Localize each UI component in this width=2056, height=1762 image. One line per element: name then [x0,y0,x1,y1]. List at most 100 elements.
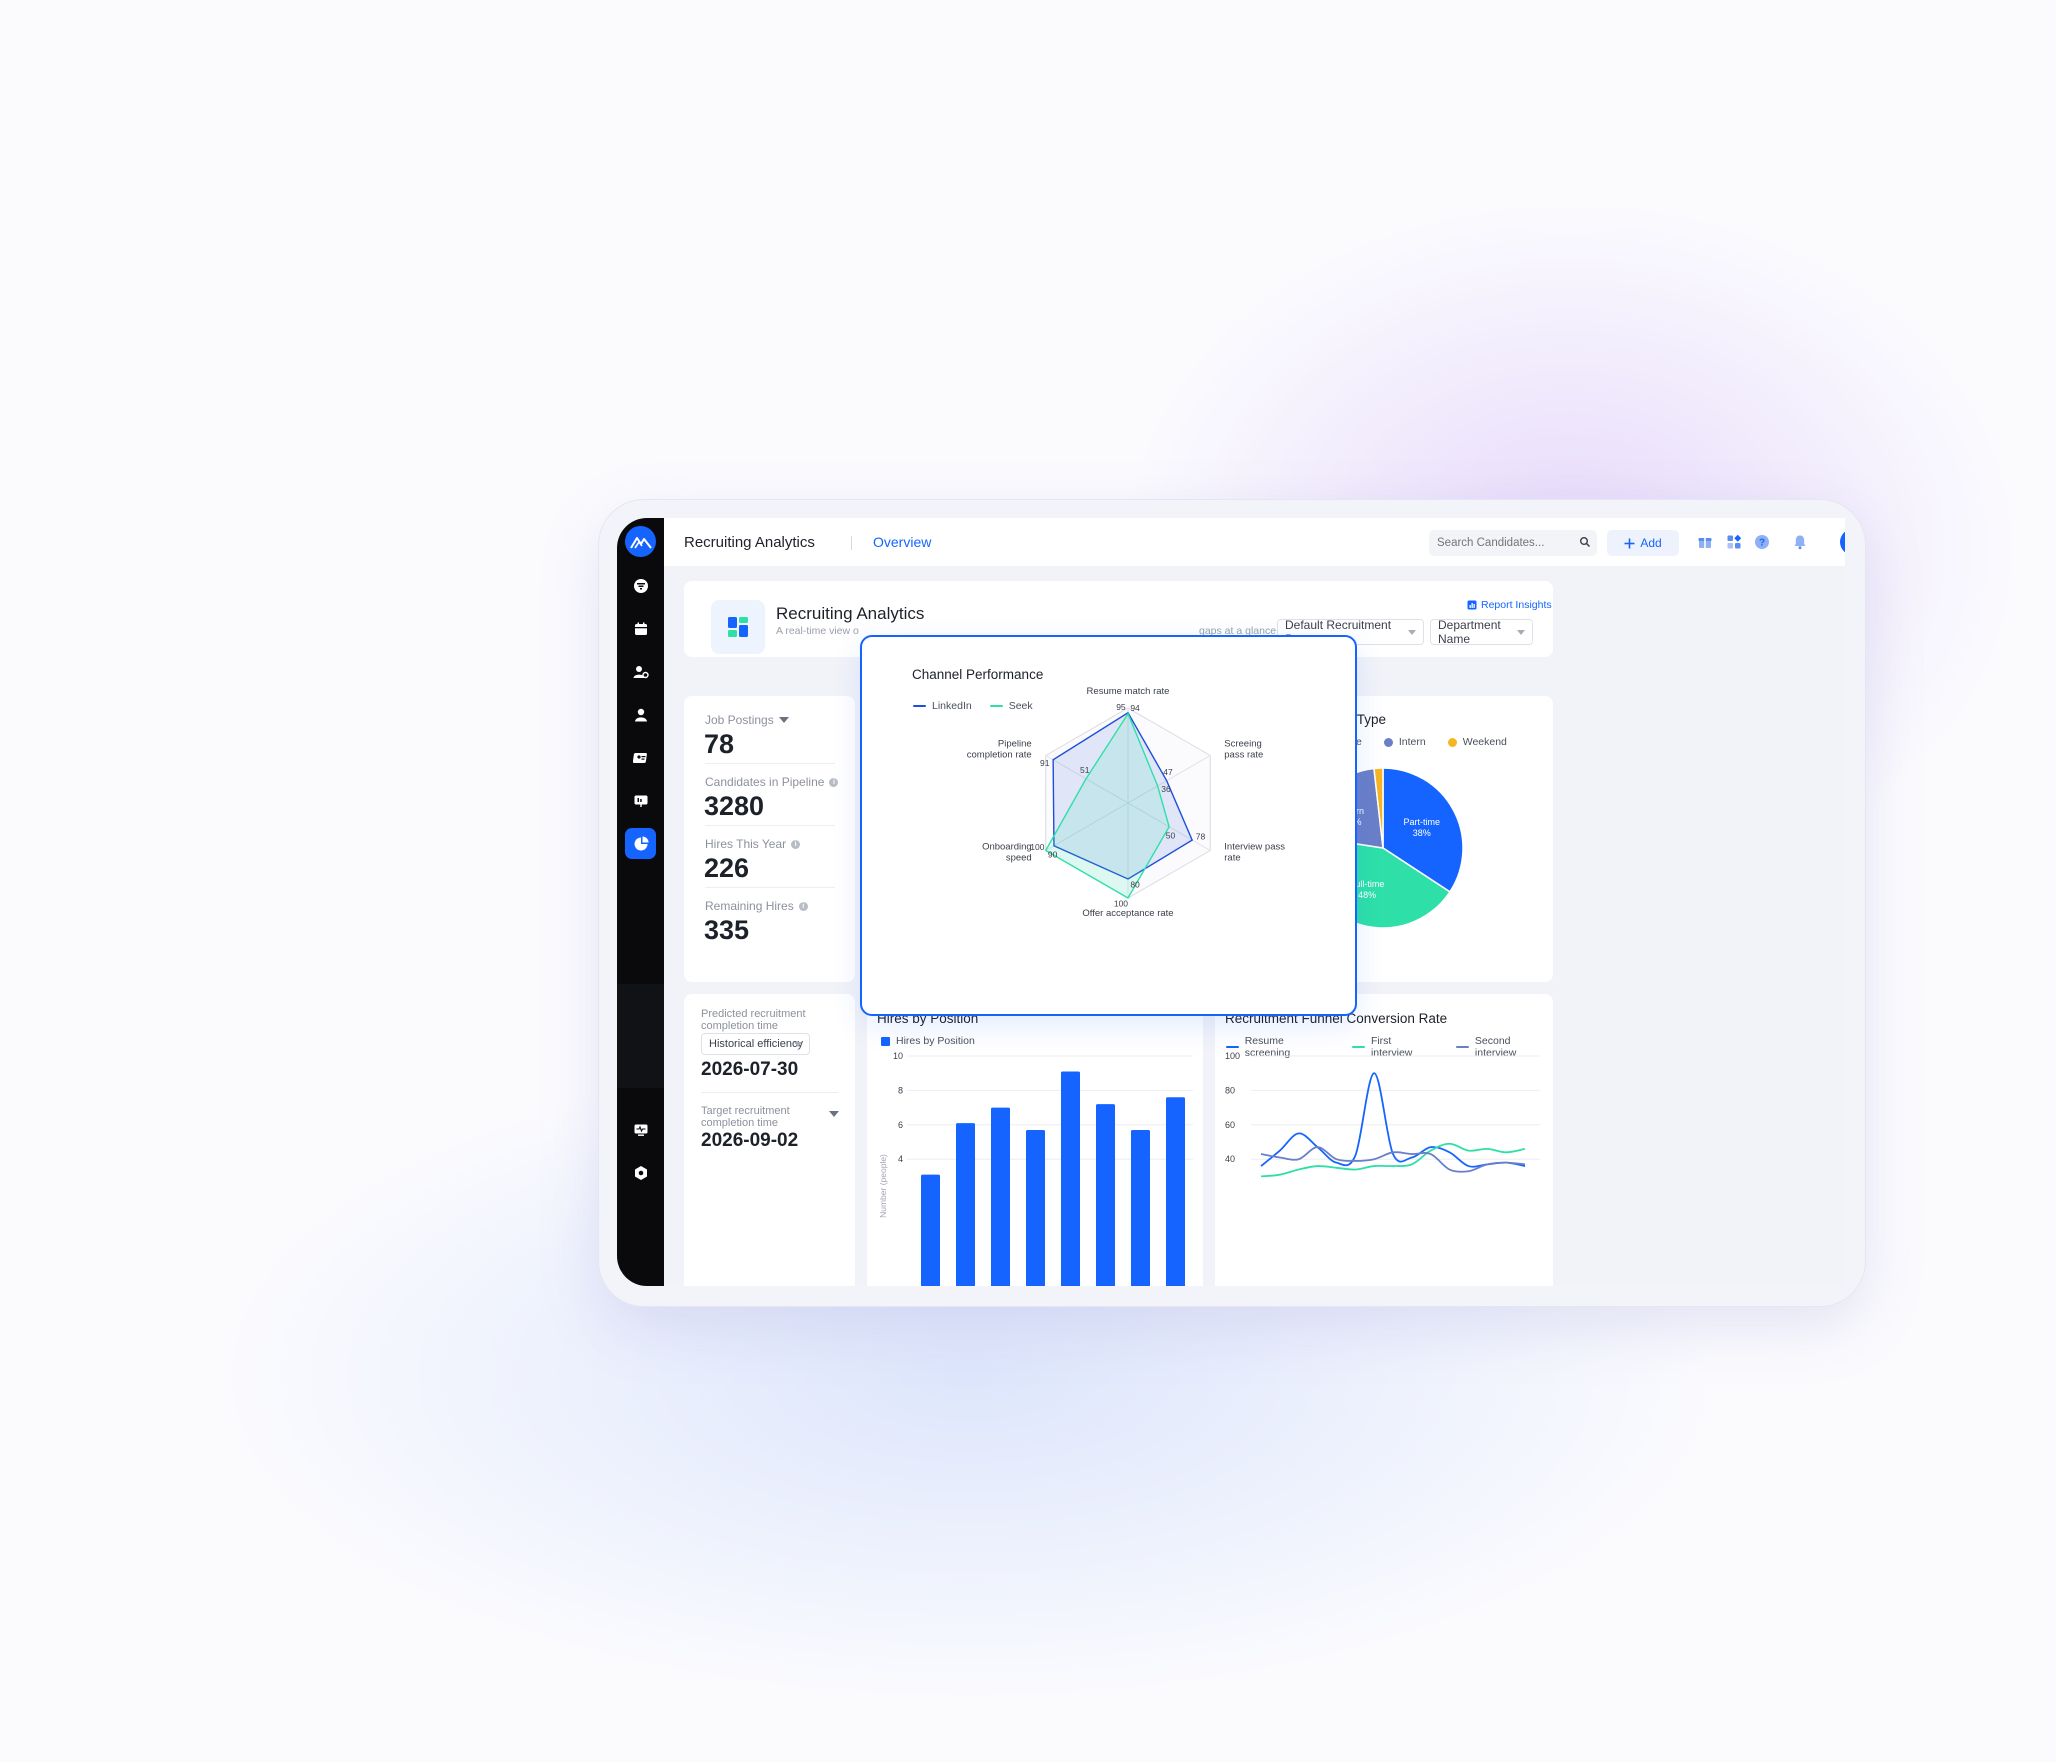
sidebar-item-candidates[interactable] [625,699,656,730]
stats-card: Job Postings 78 Candidates in Pipeline i … [684,696,855,982]
app-title: Recruiting Analytics [684,534,815,551]
monitor-pulse-icon [634,1124,647,1136]
radar-value-label: 36 [1161,784,1171,794]
bar-3 [1026,1129,1045,1286]
sidebar-spacer [617,984,664,1088]
stat-label-job-postings[interactable]: Job Postings [705,713,789,727]
sidebar-item-calendar[interactable] [625,613,656,644]
caret-down-icon[interactable] [778,717,789,723]
radar-axis-label: Onboarding [982,842,1032,853]
help-icon[interactable]: ? [1752,532,1772,552]
gear-icon [634,1165,647,1180]
bar-y-tick: 6 [898,1120,903,1130]
gift-icon[interactable] [1695,532,1715,552]
radar-axis-label: Pipeline [998,739,1032,750]
stat-value-hires-year: 226 [704,853,750,883]
stat-label-text: Remaining Hires [705,899,794,913]
radar-axis-label: Offer acceptance rate [1082,908,1173,919]
bar-y-axis-label: Number (people) [878,1154,888,1218]
dashboard-icon [711,600,765,654]
radar-value-label: 91 [1040,758,1050,768]
tab-overview[interactable]: Overview [873,534,931,550]
bar-2 [991,1107,1010,1286]
bar-y-tick: 8 [898,1085,903,1095]
radar-value-label: 80 [1130,880,1140,890]
notification-bell-icon[interactable] [1790,532,1810,552]
sidebar-item-profiles[interactable] [625,742,656,773]
radar-axis-label: completion rate [967,750,1032,761]
stat-divider [705,763,835,764]
radar-axis-label: speed [1006,853,1032,864]
hires-by-position-card: Hires by Position Hires by Position 10 8 6… [867,994,1203,1286]
app-logo[interactable] [625,526,656,557]
sidebar-item-user-settings[interactable] [625,656,656,687]
bar-0 [921,1174,940,1286]
radar-value-label: 90 [1048,850,1058,860]
add-button[interactable]: Add [1607,530,1679,556]
bar-1 [956,1123,975,1286]
bar-y-tick: 10 [893,1051,903,1061]
bar-4 [1061,1071,1080,1286]
sidebar-item-analytics[interactable] [625,828,656,859]
svg-text:?: ? [1759,538,1765,549]
predicted-time-label: Predicted recruitment completion time [701,1008,806,1032]
stat-divider [705,825,835,826]
calendar-icon [634,622,647,635]
stat-value-pipeline: 3280 [704,791,765,821]
radar-value-label: 78 [1196,832,1206,842]
page-title: Recruiting Analytics [776,604,925,623]
search-input[interactable] [1437,530,1567,556]
stat-label-pipeline: Candidates in Pipeline i [705,775,839,789]
predicted-date: 2026-07-30 [701,1059,799,1080]
line-y-tick: 80 [1225,1085,1235,1095]
report-insights-link[interactable]: Report Insights [1467,599,1552,611]
radar-value-label: 94 [1130,703,1140,713]
info-icon[interactable]: i [829,777,839,787]
user-avatar[interactable]: M [1840,529,1845,555]
line-y-tick: 60 [1225,1120,1235,1130]
plus-icon [1624,538,1635,548]
chevron-down-icon [1408,630,1416,635]
radar-axis-label: rate [1224,853,1240,864]
radar-axis-label: Resume match rate [1087,686,1170,697]
info-icon[interactable]: i [798,901,808,911]
stat-label-text: Job Postings [705,713,774,727]
sidebar-item-monitor[interactable] [625,1114,656,1145]
prediction-card: Predicted recruitment completion time Hi… [684,994,855,1286]
search-box[interactable] [1429,530,1597,556]
bar-6 [1131,1129,1150,1286]
stat-divider [701,1092,838,1093]
sidebar-item-filter[interactable] [625,570,656,601]
radar-value-label: 95 [1116,702,1126,712]
bar-y-tick: 4 [898,1154,903,1164]
line-chart: 100 80 60 40 [1225,1051,1540,1178]
presentation-icon [634,795,647,807]
radar-axis-label: pass rate [1224,750,1263,761]
search-icon[interactable] [1579,536,1591,548]
bar-7 [1166,1097,1185,1286]
stat-label-remaining: Remaining Hires i [705,899,808,913]
caret-down-icon[interactable] [829,1111,839,1117]
radar-axis-label: Interview pass [1224,842,1285,853]
mountain-logo-icon [629,536,652,549]
page-subtitle-start: A real-time view o [776,625,859,637]
pie-slice-label: 38% [1413,828,1431,838]
user-gear-icon [633,665,649,678]
line-series-first-interview [1260,1142,1526,1178]
radar-axis-label: Screeing [1224,739,1262,750]
radar-value-label: 100 [1030,842,1044,852]
sidebar-item-settings[interactable] [625,1157,656,1188]
efficiency-select[interactable]: Historical efficiency [701,1033,810,1055]
sidebar [617,518,664,1286]
add-button-label: Add [1640,536,1662,550]
person-icon [634,708,647,721]
efficiency-select-value: Historical efficiency [709,1038,803,1050]
apps-grid-icon[interactable] [1724,532,1744,552]
department-select[interactable]: Department Name [1430,618,1533,646]
pie-slice-label: Part-time [1403,817,1440,827]
radar-value-label: 50 [1166,831,1176,841]
line-y-tick: 100 [1225,1051,1240,1061]
info-icon[interactable]: i [791,839,801,849]
sidebar-item-interviews[interactable] [625,785,656,816]
channel-performance-card[interactable]: Channel Performance LinkedIn Seek 95 47 78 8… [860,635,1357,1016]
